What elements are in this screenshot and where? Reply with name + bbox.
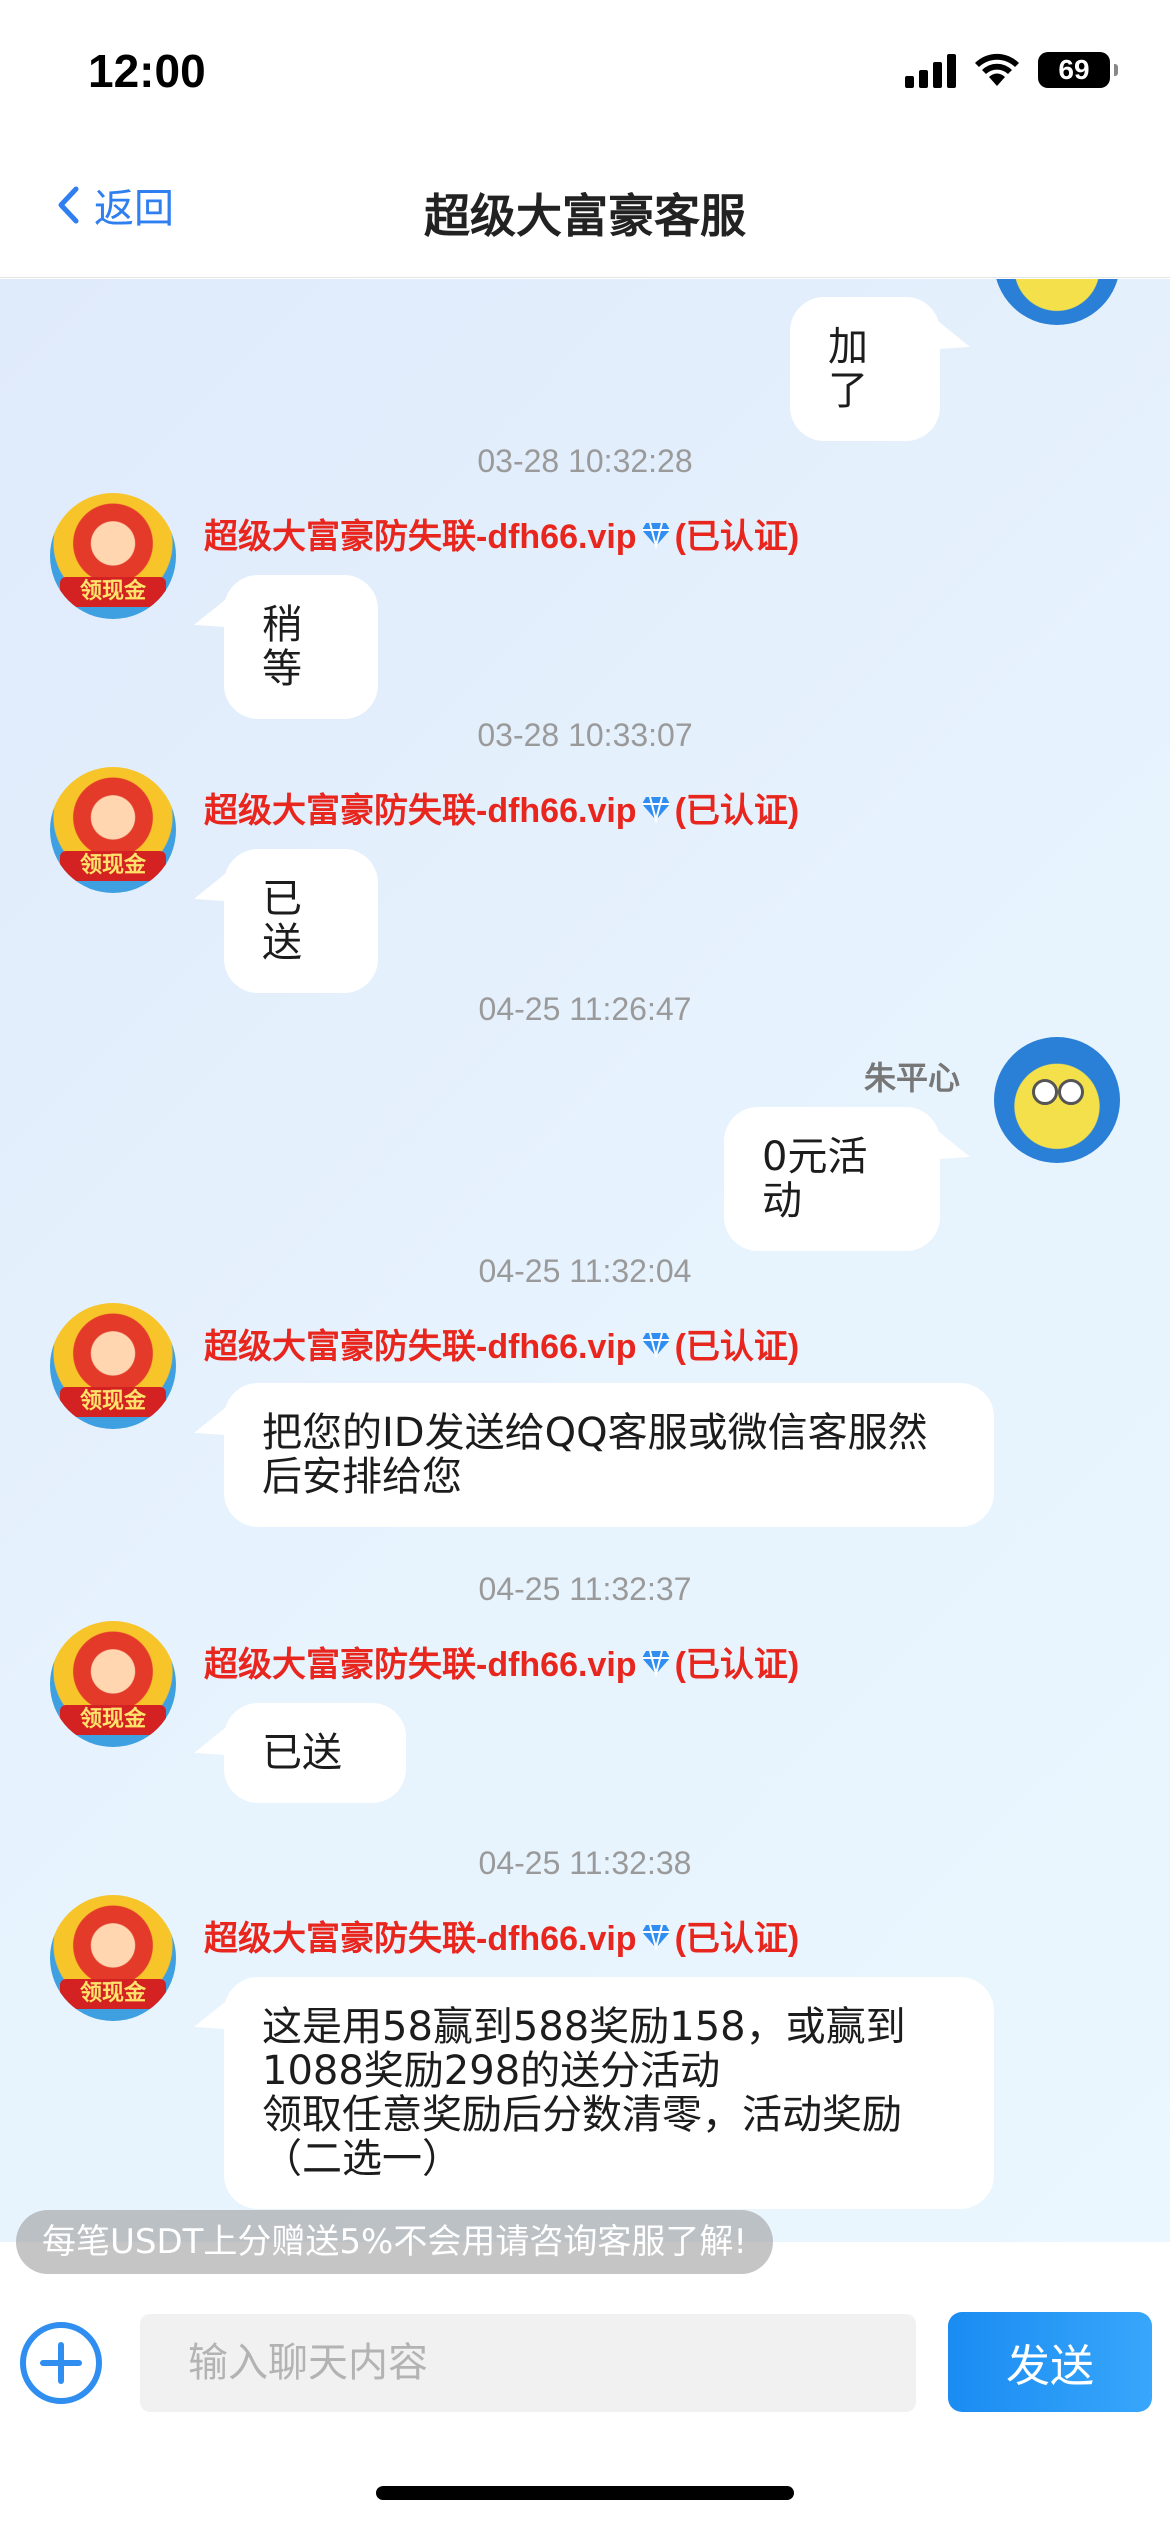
message-timestamp: 03-28 10:33:07 bbox=[477, 717, 693, 753]
promo-banner[interactable]: 每笔USDT上分赠送5%不会用请咨询客服了解! bbox=[16, 2210, 773, 2274]
message-text: 0元活动 bbox=[762, 1134, 868, 1224]
message-timestamp: 04-25 11:26:47 bbox=[478, 991, 692, 1027]
agent-avatar[interactable]: 领现金 bbox=[50, 493, 176, 619]
diamond-verified-icon bbox=[641, 1332, 670, 1359]
message-timestamp: 04-25 11:32:37 bbox=[478, 1571, 692, 1607]
agent-avatar[interactable]: 领现金 bbox=[50, 1895, 176, 2021]
status-icons: 69 bbox=[905, 52, 1118, 88]
send-button[interactable]: 发送 bbox=[948, 2312, 1152, 2412]
agent-avatar[interactable]: 领现金 bbox=[50, 1621, 176, 1747]
home-indicator bbox=[376, 2486, 794, 2500]
status-time: 12:00 bbox=[88, 45, 206, 97]
diamond-verified-icon bbox=[641, 522, 670, 549]
message-bubble-outgoing[interactable]: 0元活动 bbox=[724, 1107, 940, 1251]
message-text: 已送 bbox=[262, 1730, 342, 1776]
agent-avatar[interactable]: 领现金 bbox=[50, 767, 176, 893]
status-bar: 12:00 69 bbox=[0, 0, 1170, 150]
diamond-verified-icon bbox=[641, 796, 670, 823]
chat-messages[interactable]: 加了 03-28 10:32:28 领现金 超级大富豪防失联-dfh66.vip… bbox=[0, 279, 1170, 2242]
avatar-badge: 领现金 bbox=[60, 1387, 166, 1417]
battery-icon: 69 bbox=[1038, 52, 1118, 88]
chat-input[interactable] bbox=[140, 2314, 916, 2412]
avatar-badge: 领现金 bbox=[60, 851, 166, 881]
message-bubble-incoming[interactable]: 已送 bbox=[224, 1703, 406, 1803]
message-text: 已送 bbox=[262, 876, 302, 966]
message-timestamp: 04-25 11:32:04 bbox=[478, 1253, 692, 1289]
agent-avatar[interactable]: 领现金 bbox=[50, 1303, 176, 1429]
message-bubble-incoming[interactable]: 已送 bbox=[224, 849, 378, 993]
message-text-line: 领取任意奖励后分数清零，活动奖励 bbox=[262, 2092, 902, 2138]
sender-name: 超级大富豪防失联-dfh66.vip (已认证) bbox=[204, 1637, 799, 1686]
user-avatar[interactable] bbox=[994, 279, 1120, 325]
sender-name: 超级大富豪防失联-dfh66.vip (已认证) bbox=[204, 1319, 799, 1368]
sender-name: 超级大富豪防失联-dfh66.vip (已认证) bbox=[204, 509, 799, 558]
message-text-line: （二选一） bbox=[262, 2136, 462, 2182]
message-bubble-incoming[interactable]: 这是用58赢到588奖励158，或赢到 1088奖励298的送分活动 领取任意奖… bbox=[224, 1977, 994, 2209]
message-timestamp: 03-28 10:32:28 bbox=[477, 443, 693, 479]
add-attachment-button[interactable] bbox=[20, 2322, 102, 2404]
battery-level: 69 bbox=[1058, 54, 1090, 85]
message-bubble-incoming[interactable]: 把您的ID发送给QQ客服或微信客服然 后安排给您 bbox=[224, 1383, 994, 1527]
verified-label: (已认证) bbox=[674, 518, 800, 556]
message-text-line: 1088奖励298的送分活动 bbox=[262, 2048, 721, 2094]
message-text-line: 后安排给您 bbox=[262, 1454, 462, 1500]
cellular-signal-icon bbox=[905, 52, 956, 88]
verified-label: (已认证) bbox=[674, 792, 800, 830]
avatar-badge: 领现金 bbox=[60, 577, 166, 607]
message-text-line: 这是用58赢到588奖励158，或赢到 bbox=[262, 2004, 906, 2050]
verified-label: (已认证) bbox=[674, 1646, 800, 1684]
sender-name: 超级大富豪防失联-dfh66.vip (已认证) bbox=[204, 783, 799, 832]
user-avatar[interactable] bbox=[994, 1037, 1120, 1163]
nav-bar: 返回 超级大富豪客服 bbox=[0, 150, 1170, 278]
diamond-verified-icon bbox=[641, 1650, 670, 1677]
message-text: 稍等 bbox=[262, 602, 302, 692]
message-text: 加了 bbox=[828, 324, 868, 414]
sender-name: 超级大富豪防失联-dfh66.vip (已认证) bbox=[204, 1911, 799, 1960]
sender-name: 朱平心 bbox=[863, 1059, 960, 1097]
message-timestamp: 04-25 11:32:38 bbox=[478, 1845, 692, 1881]
message-bubble-incoming[interactable]: 稍等 bbox=[224, 575, 378, 719]
page-title: 超级大富豪客服 bbox=[424, 189, 746, 243]
message-text-line: 把您的ID发送给QQ客服或微信客服然 bbox=[262, 1410, 928, 1456]
avatar-badge: 领现金 bbox=[60, 1979, 166, 2009]
message-bubble-outgoing[interactable]: 加了 bbox=[790, 297, 940, 441]
wifi-icon bbox=[975, 53, 1019, 86]
verified-label: (已认证) bbox=[674, 1920, 800, 1958]
diamond-verified-icon bbox=[641, 1924, 670, 1951]
verified-label: (已认证) bbox=[674, 1328, 800, 1366]
avatar-badge: 领现金 bbox=[60, 1705, 166, 1735]
